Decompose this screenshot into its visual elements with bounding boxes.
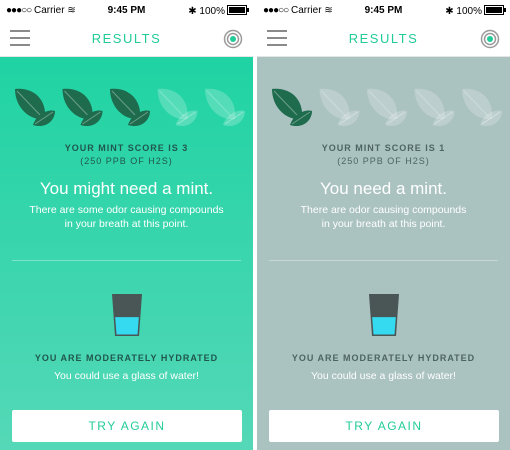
results-content: YOUR MINT SCORE IS 1 (250 PPB OF H2S) Yo… — [257, 57, 510, 450]
description-line-1: There are some odor causing compounds — [29, 204, 224, 216]
ppb-reading: (250 PPB OF H2S) — [80, 156, 173, 166]
battery-percent: 100% — [199, 6, 225, 17]
hydration-label: YOU ARE MODERATELY HYDRATED — [291, 353, 476, 363]
battery-icon — [484, 5, 506, 15]
page-title: RESULTS — [91, 31, 162, 46]
battery-info: ✱ 100% — [445, 5, 506, 17]
mint-leaf-empty — [462, 88, 502, 127]
mint-score-label: YOUR MINT SCORE IS 1 — [321, 143, 446, 153]
mint-leaf-empty — [157, 88, 198, 127]
mint-leaf-empty — [414, 88, 455, 127]
water-glass-icon — [112, 294, 142, 336]
status-bar: ●●●○○ Carrier ≋ 9:45 PM ✱ 100% — [0, 0, 253, 22]
status-bar: ●●●○○ Carrier ≋ 9:45 PM ✱ 100% — [257, 0, 510, 22]
hydration-advice: You could use a glass of water! — [311, 370, 456, 382]
divider — [12, 260, 241, 261]
ppb-reading: (250 PPB OF H2S) — [337, 156, 430, 166]
mint-leaf-filled — [272, 88, 312, 127]
battery-percent: 100% — [456, 6, 482, 17]
try-again-button[interactable]: TRY AGAIN — [269, 410, 499, 442]
bluetooth-icon: ✱ — [188, 6, 197, 17]
divider — [269, 260, 498, 261]
description-line-2: in your breath at this point. — [64, 218, 189, 230]
mint-leaf-empty — [319, 88, 360, 127]
nav-bar: RESULTS — [257, 22, 510, 57]
mint-score-label: YOUR MINT SCORE IS 3 — [64, 143, 189, 153]
result-description: There are some odor causing compounds in… — [16, 203, 237, 231]
hydration-advice: You could use a glass of water! — [54, 370, 199, 382]
water-fill — [115, 317, 139, 335]
nav-bar: RESULTS — [0, 22, 253, 57]
description-line-2: in your breath at this point. — [321, 218, 446, 230]
mint-leaf-filled — [62, 88, 103, 127]
water-glass-icon — [369, 294, 399, 336]
target-icon[interactable] — [480, 29, 500, 49]
app-screens: ●●●○○ Carrier ≋ 9:45 PM ✱ 100% RESULTS Y… — [0, 0, 510, 450]
result-headline: You need a mint. — [320, 179, 447, 198]
mint-score-leaves — [272, 88, 502, 127]
page-title: RESULTS — [348, 31, 419, 46]
water-fill — [372, 317, 396, 335]
mint-score-leaves — [15, 88, 245, 127]
hydration-label: YOU ARE MODERATELY HYDRATED — [34, 353, 219, 363]
results-content: YOUR MINT SCORE IS 3 (250 PPB OF H2S) Yo… — [0, 57, 253, 450]
battery-icon — [227, 5, 249, 15]
result-description: There are odor causing compounds in your… — [273, 203, 494, 231]
mint-leaf-filled — [15, 88, 55, 127]
result-headline: You might need a mint. — [39, 179, 214, 198]
mint-leaf-empty — [367, 88, 407, 127]
mint-leaf-empty — [205, 88, 245, 127]
target-icon[interactable] — [223, 29, 243, 49]
results-screen-1: ●●●○○ Carrier ≋ 9:45 PM ✱ 100% RESULTS Y… — [0, 0, 253, 450]
try-again-button[interactable]: TRY AGAIN — [12, 410, 242, 442]
battery-info: ✱ 100% — [188, 5, 249, 17]
mint-leaf-filled — [110, 88, 150, 127]
results-screen-2: ●●●○○ Carrier ≋ 9:45 PM ✱ 100% RESULTS Y… — [257, 0, 510, 450]
description-line-1: There are odor causing compounds — [300, 204, 467, 216]
bluetooth-icon: ✱ — [445, 6, 454, 17]
